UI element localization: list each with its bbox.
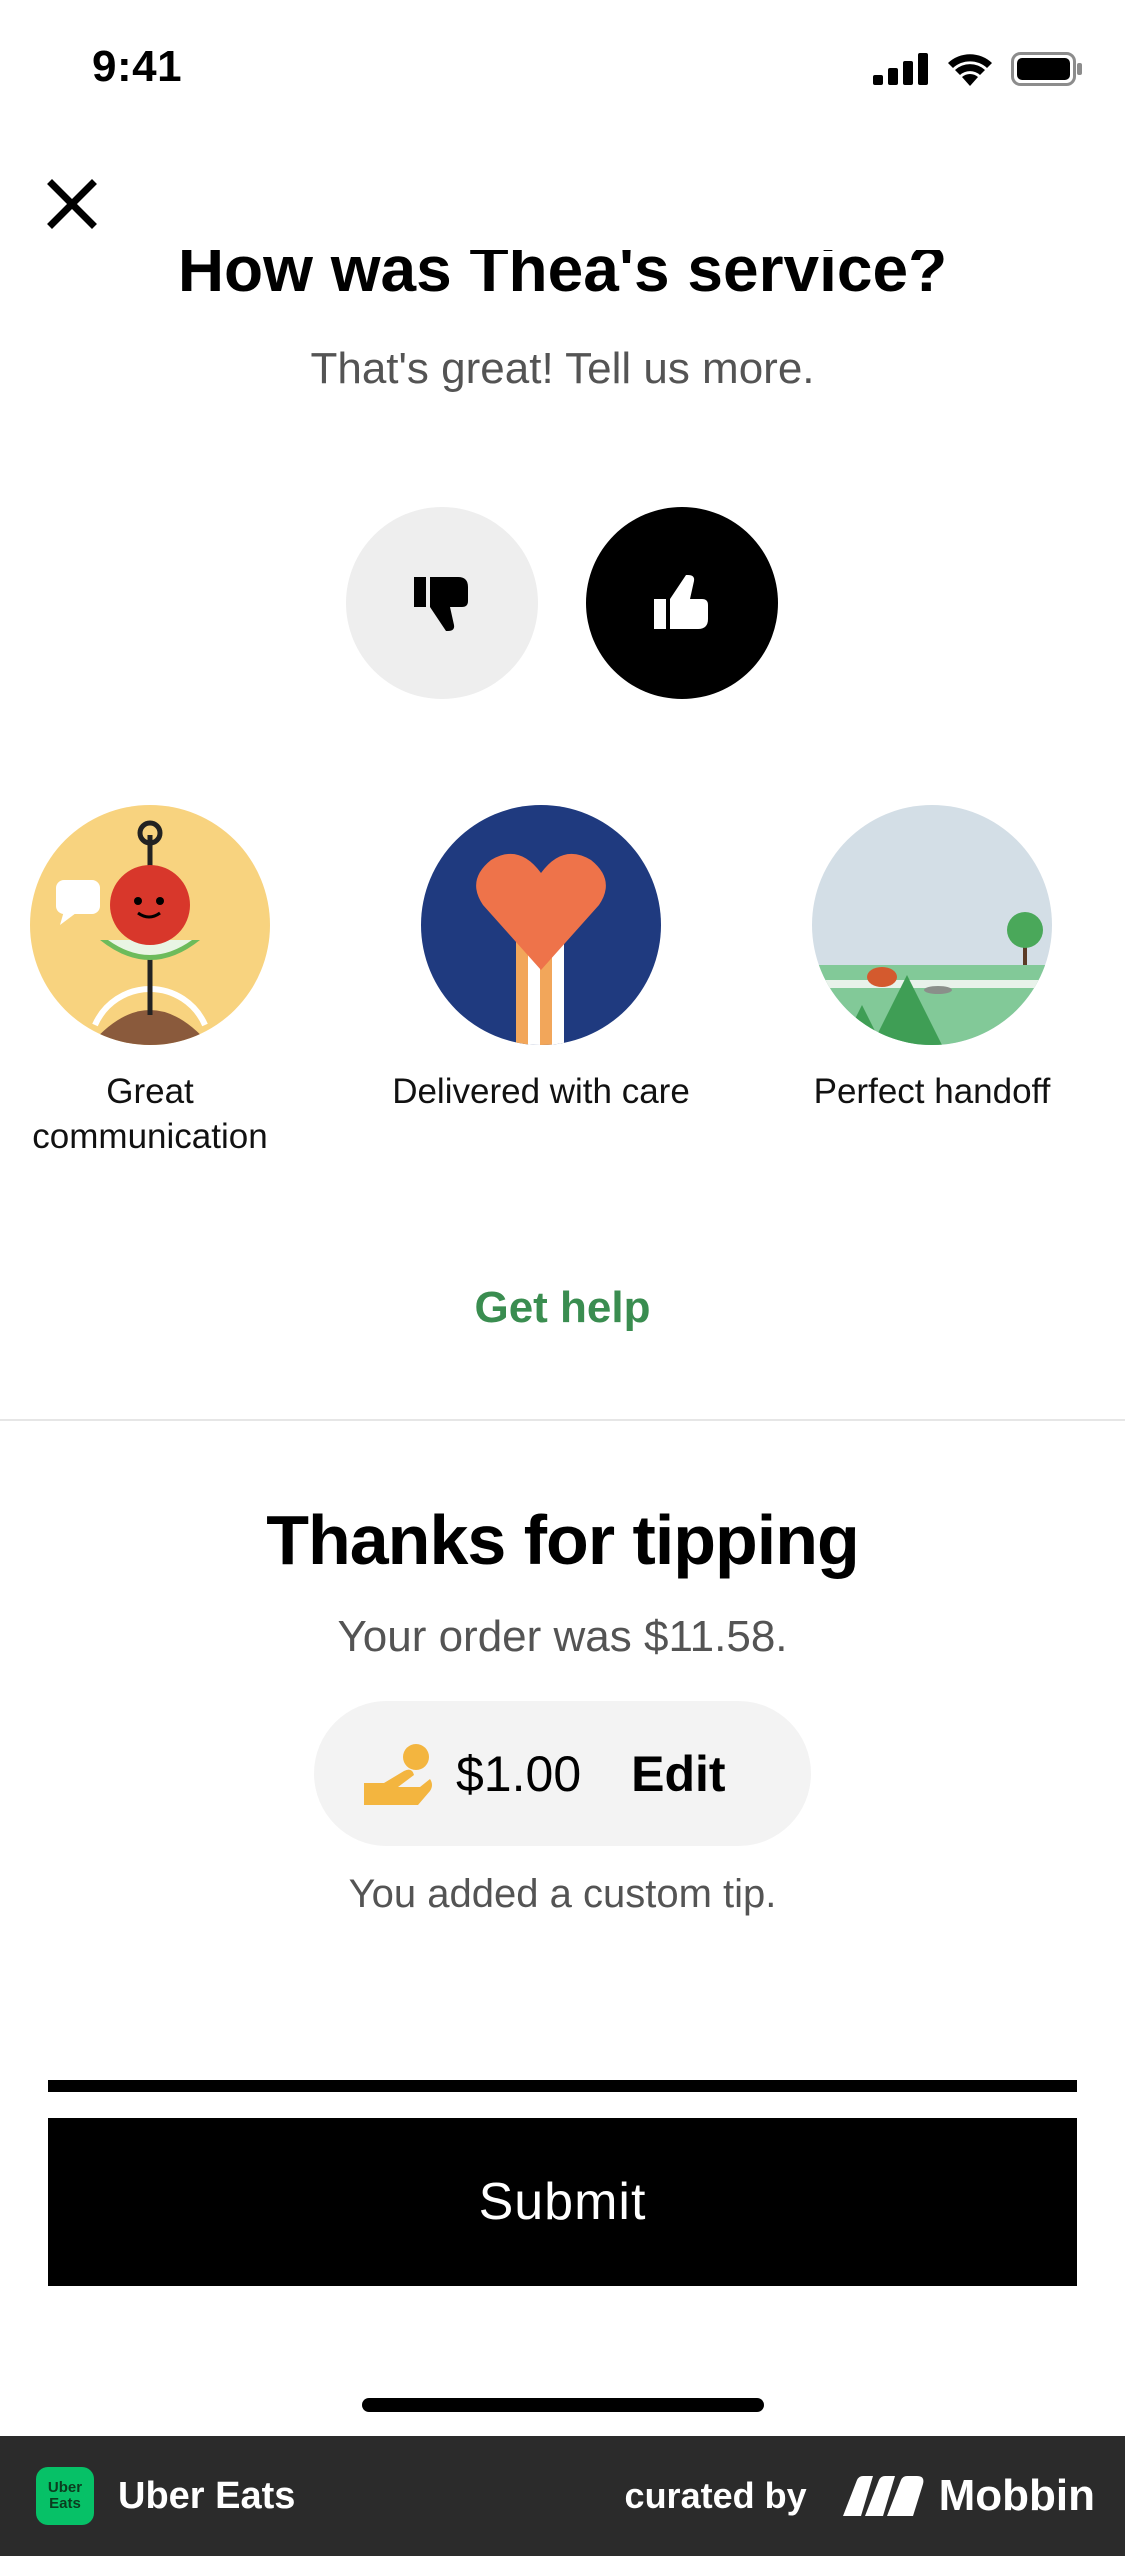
battery-icon bbox=[1011, 52, 1082, 86]
get-help-link[interactable]: Get help bbox=[0, 1283, 1125, 1333]
landscape-illustration-icon bbox=[812, 805, 1052, 1045]
compliment-great-communication[interactable]: Great communication bbox=[0, 805, 300, 1159]
footer-curated-by: curated by bbox=[624, 2475, 807, 2516]
footer-brand: Mobbin bbox=[938, 2471, 1095, 2520]
status-icons bbox=[873, 52, 1083, 86]
footer-bar: Uber Eats Uber Eats curated by Mobbin bbox=[0, 2436, 1125, 2556]
chat-tomato-illustration-icon bbox=[30, 805, 270, 1045]
order-total-text: Your order was $11.58. bbox=[337, 1612, 788, 1661]
badge-line-2: Eats bbox=[49, 2495, 81, 2512]
compliment-label: Delivered with care bbox=[392, 1072, 690, 1111]
tip-note: You added a custom tip. bbox=[348, 1872, 777, 1916]
mobbin-brand: Mobbin bbox=[842, 2471, 1095, 2521]
tip-amount: $1.00 bbox=[456, 1745, 582, 1802]
mobbin-logo-icon bbox=[842, 2476, 924, 2516]
thumbs-up-icon bbox=[654, 575, 708, 629]
thumbs-down-icon bbox=[414, 577, 468, 631]
status-time: 9:41 bbox=[92, 42, 183, 91]
tip-title: Thanks for tipping bbox=[266, 1501, 860, 1579]
section-divider bbox=[0, 1419, 1125, 1421]
tip-hand-coin-icon bbox=[364, 1743, 432, 1805]
wifi-icon bbox=[948, 54, 992, 86]
badge-line-1: Uber bbox=[47, 2479, 83, 2496]
compliment-label: Great communication bbox=[32, 1072, 268, 1156]
rating-heading-clip: How was Thea's service? bbox=[0, 250, 1125, 306]
submit-button[interactable]: Submit bbox=[48, 2118, 1077, 2286]
heart-illustration-icon bbox=[421, 805, 661, 1045]
button-top-line bbox=[48, 2080, 1077, 2092]
cellular-signal-icon bbox=[873, 53, 928, 85]
compliment-perfect-handoff[interactable]: Perfect handoff bbox=[782, 805, 1082, 1114]
compliment-label: Perfect handoff bbox=[813, 1072, 1051, 1111]
thumbs-up-button[interactable] bbox=[586, 507, 778, 699]
home-indicator bbox=[362, 2398, 764, 2412]
tip-pill: $1.00 Edit bbox=[314, 1701, 811, 1846]
thumbs-down-button[interactable] bbox=[346, 507, 538, 699]
rating-subtext: That's great! Tell us more. bbox=[310, 344, 815, 393]
edit-tip-button[interactable]: Edit bbox=[631, 1745, 725, 1803]
footer-app-name: Uber Eats bbox=[118, 2474, 296, 2517]
rating-heading: How was Thea's service? bbox=[177, 250, 948, 305]
uber-eats-app-icon: Uber Eats bbox=[36, 2467, 94, 2525]
close-icon bbox=[47, 179, 97, 229]
close-button[interactable] bbox=[44, 176, 100, 232]
compliment-delivered-with-care[interactable]: Delivered with care bbox=[391, 805, 691, 1114]
